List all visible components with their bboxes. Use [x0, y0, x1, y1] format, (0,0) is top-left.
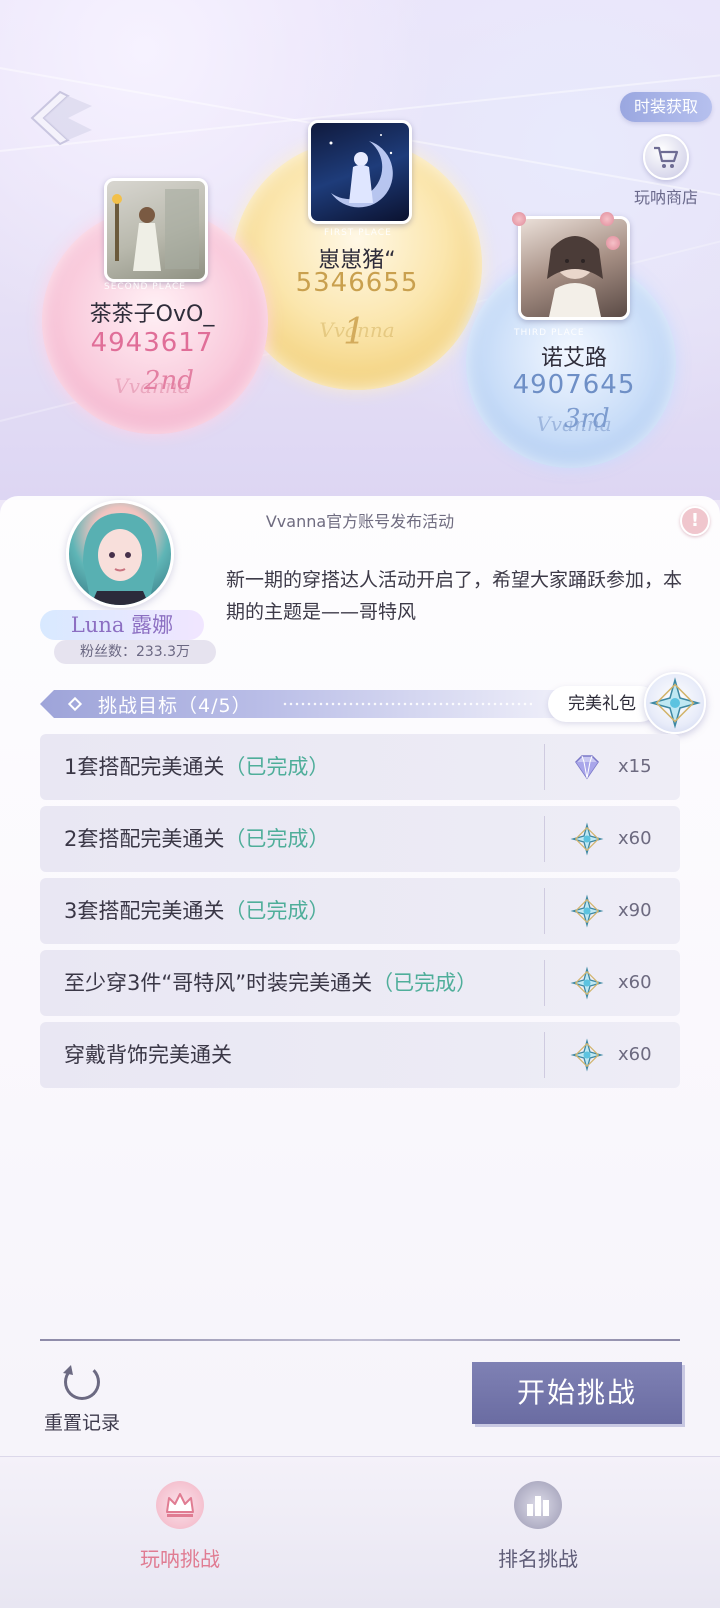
third-place-score: 4907645 — [512, 370, 636, 400]
task-description: 3套搭配完美通关（已完成） — [64, 878, 534, 944]
second-place-score: 4943617 — [90, 328, 214, 358]
start-challenge-button[interactable]: 开始挑战 — [472, 1362, 682, 1424]
reward-quantity: x60 — [618, 828, 652, 849]
shop-button[interactable]: 玩呐商店 — [622, 134, 710, 208]
task-status: （已完成） — [372, 971, 478, 995]
refresh-icon — [63, 1364, 100, 1400]
third-place-name: 诺艾路 — [540, 346, 607, 371]
nav-label: 排名挑战 — [498, 1547, 578, 1571]
gift-star-icon[interactable] — [644, 672, 706, 734]
dotted-divider — [282, 702, 532, 706]
task-label: 至少穿3件“哥特风”时装完美通关 — [64, 971, 373, 995]
leaderboard-area: 时装获取 玩呐商店 FIRST PLACE 崽崽猪“ 5346655 Vvann… — [0, 0, 720, 500]
challenge-task-row[interactable]: 穿戴背饰完美通关 x60 — [40, 1022, 680, 1088]
first-place-tag: FIRST PLACE — [324, 228, 392, 238]
star-crystal-icon — [570, 822, 604, 856]
reward-quantity: x90 — [618, 900, 652, 921]
challenge-task-row[interactable]: 3套搭配完美通关（已完成） x90 — [40, 878, 680, 944]
third-place-rank: Vvanna 3rd — [536, 404, 612, 436]
task-status: （已完成） — [224, 899, 330, 923]
star-crystal-icon — [570, 966, 604, 1000]
shop-label: 玩呐商店 — [633, 188, 698, 207]
second-place-rank: Vvanna 2nd — [114, 366, 194, 398]
flower-decoration — [606, 236, 620, 250]
task-separator — [544, 816, 545, 862]
star-crystal-icon — [570, 894, 604, 928]
perfect-gift-button[interactable]: 完美礼包 — [548, 686, 658, 722]
shopping-cart-icon — [643, 134, 689, 180]
first-place-rank: Vvanna 1 — [319, 312, 395, 353]
bottom-divider — [40, 1339, 680, 1341]
nav-label: 玩呐挑战 — [140, 1547, 220, 1571]
host-fan-count: 粉丝数：233.3万 — [54, 640, 216, 664]
task-separator — [544, 744, 545, 790]
challenge-task-row[interactable]: 1套搭配完美通关（已完成） x15 — [40, 734, 680, 800]
back-button[interactable] — [28, 90, 96, 146]
nav-item-wanna-challenge[interactable]: 玩呐挑战 — [90, 1481, 270, 1572]
task-description: 至少穿3件“哥特风”时装完美通关（已完成） — [64, 950, 534, 1016]
task-label: 3套搭配完美通关 — [64, 899, 225, 923]
task-separator — [544, 1032, 545, 1078]
nav-item-ranking-challenge[interactable]: 排名挑战 — [448, 1481, 628, 1572]
host-avatar[interactable] — [66, 500, 174, 608]
host-name: Luna 露娜 — [40, 610, 204, 640]
reward-quantity: x60 — [618, 972, 652, 993]
challenge-title: 挑战目标（4/5） — [98, 695, 252, 717]
back-arrow-icon — [30, 90, 92, 146]
task-description: 2套搭配完美通关（已完成） — [64, 806, 534, 872]
first-place-avatar[interactable] — [308, 120, 412, 224]
flower-decoration — [512, 212, 526, 226]
task-label: 2套搭配完美通关 — [64, 827, 225, 851]
alert-icon[interactable]: ! — [680, 506, 710, 536]
task-separator — [544, 960, 545, 1006]
reward-quantity: x60 — [618, 1044, 652, 1065]
challenge-task-row[interactable]: 至少穿3件“哥特风”时装完美通关（已完成） x60 — [40, 950, 680, 1016]
flower-decoration — [600, 212, 614, 226]
outfit-source-button[interactable]: 时装获取 — [620, 92, 713, 122]
diamond-icon — [570, 750, 604, 784]
second-place-name: 茶茶子OvO_ — [89, 302, 215, 327]
task-description: 1套搭配完美通关（已完成） — [64, 734, 534, 800]
ranking-badge-icon — [514, 1481, 562, 1529]
task-status: （已完成） — [224, 827, 330, 851]
task-label: 穿戴背饰完美通关 — [64, 1043, 232, 1067]
challenge-task-row[interactable]: 2套搭配完美通关（已完成） x60 — [40, 806, 680, 872]
post-body: 新一期的穿搭达人活动开启了，希望大家踊跃参加，本期的主题是——哥特风 — [226, 569, 683, 623]
bottom-nav: 玩呐挑战 排名挑战 — [0, 1456, 720, 1608]
third-place-tag: THIRD PLACE — [514, 328, 585, 338]
reset-record-label: 重置记录 — [43, 1412, 120, 1434]
reward-quantity: x15 — [618, 756, 652, 777]
crown-badge-icon — [156, 1481, 204, 1529]
second-place-avatar[interactable] — [104, 178, 208, 282]
star-crystal-icon — [570, 1038, 604, 1072]
first-place-score: 5346655 — [295, 268, 419, 298]
task-description: 穿戴背饰完美通关 — [64, 1022, 534, 1088]
task-label: 1套搭配完美通关 — [64, 755, 225, 779]
reset-record-button[interactable]: 重置记录 — [34, 1364, 130, 1435]
third-place-avatar[interactable] — [518, 216, 630, 320]
task-separator — [544, 888, 545, 934]
task-status: （已完成） — [224, 755, 330, 779]
second-place-tag: SECOND PLACE — [104, 282, 186, 292]
